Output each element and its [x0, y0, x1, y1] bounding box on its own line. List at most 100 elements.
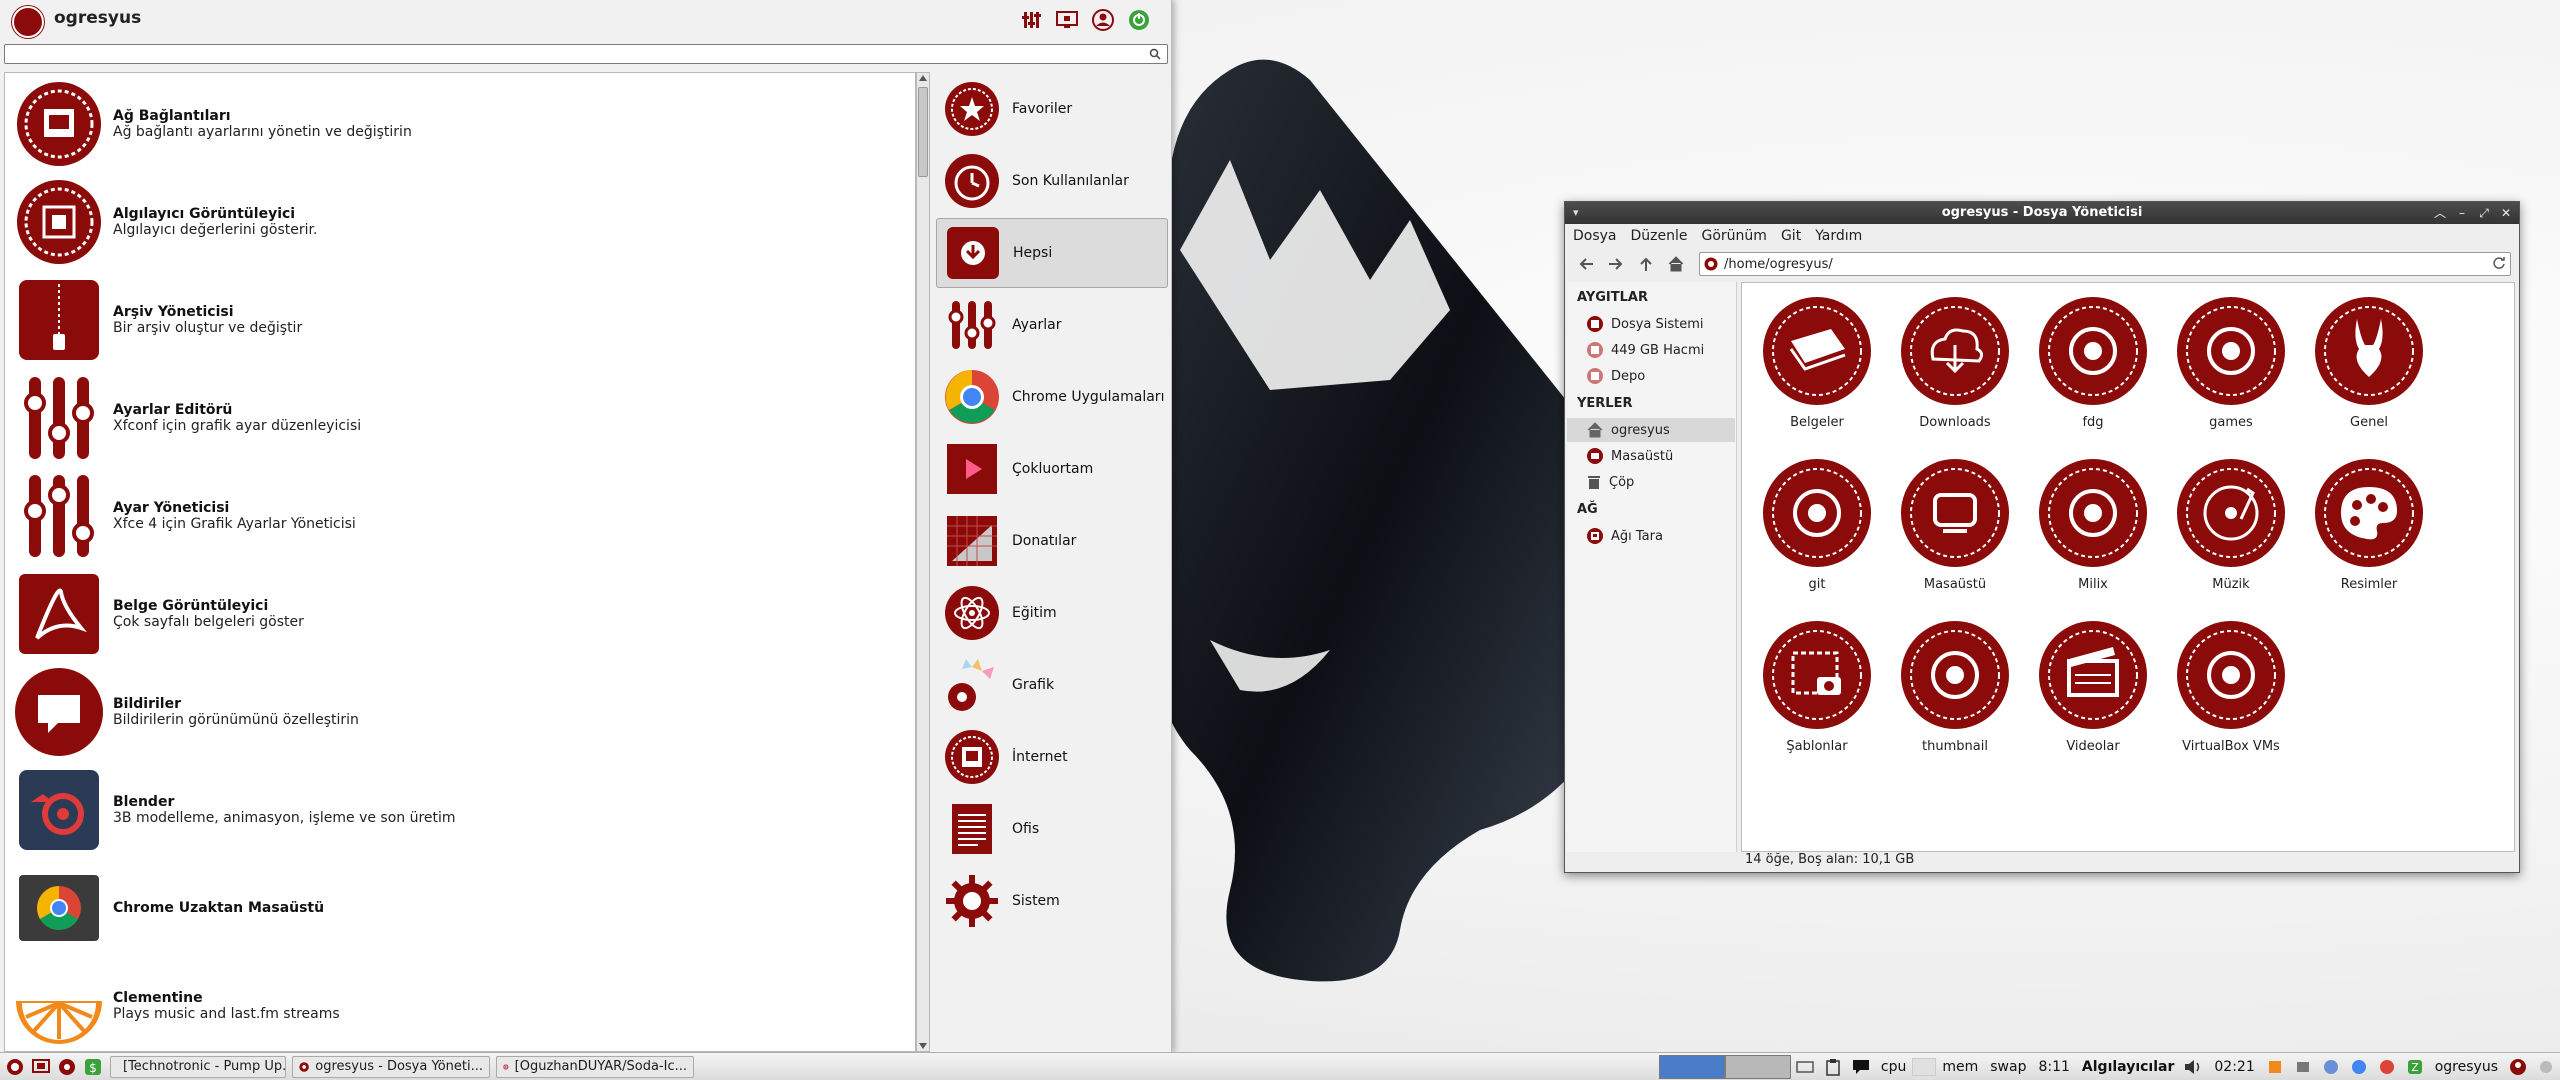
shade-icon[interactable]: ︿	[2433, 204, 2447, 222]
close-icon[interactable]: ✕	[2499, 204, 2513, 222]
app-item-network-connections[interactable]: Ağ Bağlantıları Ağ bağlantı ayarlarını yö…	[5, 75, 915, 173]
logout-icon[interactable]	[1126, 7, 1152, 33]
folder-item[interactable]: Şablonlar	[1748, 609, 1886, 759]
sidebar-item-desktop[interactable]: Masaüstü	[1567, 444, 1735, 468]
menu-go[interactable]: Git	[1781, 228, 1801, 244]
folder-item[interactable]: VirtualBox VMs	[2162, 609, 2300, 759]
category-education[interactable]: Eğitim	[936, 578, 1168, 648]
menu-view[interactable]: Görünüm	[1702, 228, 1767, 244]
drive-icon	[1587, 342, 1603, 358]
sidebar-item-depo[interactable]: Depo	[1567, 364, 1735, 388]
app-item-chrome-remote-desktop[interactable]: Chrome Uzaktan Masaüstü	[5, 859, 915, 957]
tray-app-2-icon[interactable]	[2293, 1057, 2313, 1077]
sidebar-item-trash[interactable]: Çöp	[1567, 470, 1735, 494]
category-system[interactable]: Sistem	[936, 866, 1168, 936]
tray-app-1-icon[interactable]	[2265, 1057, 2285, 1077]
folder-item[interactable]: Müzik	[2162, 447, 2300, 597]
folder-item[interactable]: Belgeler	[1748, 285, 1886, 435]
keyboard-icon[interactable]	[1795, 1057, 1815, 1077]
tray-app-3-icon[interactable]	[2321, 1057, 2341, 1077]
window-titlebar[interactable]: ▾ ogresyus - Dosya Yöneticisi ︿ – ⤢ ✕	[1565, 202, 2519, 224]
chat-icon[interactable]	[1851, 1057, 1871, 1077]
folder-item[interactable]: Downloads	[1886, 285, 2024, 435]
maximize-icon[interactable]: ⤢	[2477, 204, 2491, 222]
menu-edit[interactable]: Düzenle	[1631, 228, 1688, 244]
app-list: Ağ Bağlantıları Ağ bağlantı ayarlarını yö…	[4, 72, 916, 1052]
scrollbar-thumb[interactable]	[918, 87, 928, 177]
tray-app-4-icon[interactable]	[2349, 1057, 2369, 1077]
folder-item[interactable]: Masaüstü	[1886, 447, 2024, 597]
clipboard-icon[interactable]	[1823, 1057, 1843, 1077]
app-item-sensor-viewer[interactable]: Algılayıcı Görüntüleyici Algılayıcı değer…	[5, 173, 915, 271]
folder-item[interactable]: git	[1748, 447, 1886, 597]
tray-app-6-icon[interactable]: Z	[2405, 1057, 2425, 1077]
minimize-icon[interactable]: –	[2455, 204, 2469, 222]
category-chrome-apps[interactable]: Chrome Uygulamaları	[936, 362, 1168, 432]
sidebar-item-home[interactable]: ogresyus	[1567, 418, 1735, 442]
category-favorites[interactable]: Favoriler	[936, 74, 1168, 144]
category-graphics[interactable]: Grafik	[936, 650, 1168, 720]
scroll-up-arrow-icon[interactable]	[919, 75, 927, 81]
forward-arrow-icon[interactable]	[1601, 251, 1631, 277]
app-item-settings-editor[interactable]: Ayarlar Editörü Xfconf için grafik ayar d…	[5, 369, 915, 467]
menu-help[interactable]: Yardım	[1815, 228, 1862, 244]
system-tray: cpu mem swap 8:11 Algılayıcılar 02:21 Z …	[1658, 1053, 2560, 1080]
app-item-clementine[interactable]: Clementine Plays music and last.fm stream…	[5, 957, 915, 1051]
show-desktop-icon[interactable]	[30, 1056, 52, 1078]
folder-item[interactable]: thumbnail	[1886, 609, 2024, 759]
sidebar-item-filesystem[interactable]: Dosya Sistemi	[1567, 312, 1735, 336]
taskbar-task-browser[interactable]: [OguzhanDUYAR/Soda-Ic...	[496, 1055, 694, 1078]
folder-item[interactable]: Genel	[2300, 285, 2438, 435]
tray-extra-icon[interactable]	[2536, 1057, 2556, 1077]
category-office[interactable]: Ofis	[936, 794, 1168, 864]
category-accessories[interactable]: Donatılar	[936, 506, 1168, 576]
tray-app-5-icon[interactable]	[2377, 1057, 2397, 1077]
workspace-1[interactable]	[1658, 1055, 1725, 1079]
back-arrow-icon[interactable]	[1571, 251, 1601, 277]
scroll-down-arrow-icon[interactable]	[919, 1043, 927, 1049]
multimedia-icon	[944, 441, 1000, 497]
settings-icon[interactable]	[1018, 7, 1044, 33]
switch-user-icon[interactable]	[1090, 7, 1116, 33]
category-multimedia[interactable]: Çokluortam	[936, 434, 1168, 504]
folder-item[interactable]: Videolar	[2024, 609, 2162, 759]
search-input[interactable]	[5, 45, 1167, 63]
network-icon	[11, 76, 107, 172]
app-list-scrollbar[interactable]	[916, 72, 930, 1052]
category-settings[interactable]: Ayarlar	[936, 290, 1168, 360]
sidebar-item-browse-network[interactable]: Ağı Tara	[1567, 524, 1735, 548]
workspace-2[interactable]	[1724, 1055, 1791, 1079]
launcher-red-icon[interactable]	[56, 1056, 78, 1078]
volume-icon[interactable]	[2184, 1057, 2204, 1077]
home-icon[interactable]	[1661, 251, 1691, 277]
category-internet[interactable]: İnternet	[936, 722, 1168, 792]
category-all[interactable]: Hepsi	[936, 218, 1168, 288]
folder-label: Şablonlar	[1786, 739, 1848, 754]
app-name: Ayarlar Editörü	[113, 402, 233, 418]
sidebar-item-volume[interactable]: 449 GB Hacmi	[1567, 338, 1735, 362]
app-item-archive-manager[interactable]: Arşiv Yöneticisi Bir arşiv oluştur ve değ…	[5, 271, 915, 369]
app-item-notifications[interactable]: Bildiriler Bildirilerin görünümünü özelle…	[5, 663, 915, 761]
app-item-blender[interactable]: Blender 3B modelleme, animasyon, işleme v…	[5, 761, 915, 859]
category-recent[interactable]: Son Kullanılanlar	[936, 146, 1168, 216]
folder-item[interactable]: games	[2162, 285, 2300, 435]
app-item-settings-manager[interactable]: Ayar Yöneticisi Xfce 4 için Grafik Ayarla…	[5, 467, 915, 565]
lock-screen-icon[interactable]	[1054, 7, 1080, 33]
search-box[interactable]	[4, 44, 1168, 64]
app-description: Plays music and last.fm streams	[113, 1006, 340, 1022]
reload-icon[interactable]	[2492, 256, 2506, 270]
clock-label[interactable]: 02:21	[2214, 1059, 2254, 1075]
folder-item[interactable]: Milix	[2024, 447, 2162, 597]
up-arrow-icon[interactable]	[1631, 251, 1661, 277]
menu-file[interactable]: Dosya	[1573, 228, 1617, 244]
app-item-document-viewer[interactable]: Belge Görüntüleyici Çok sayfalı belgeleri…	[5, 565, 915, 663]
taskbar-task-music[interactable]: [Technotronic - Pump Up...	[110, 1055, 286, 1078]
folder-item[interactable]: fdg	[2024, 285, 2162, 435]
user-avatar-icon[interactable]	[2508, 1057, 2528, 1077]
sensors-label[interactable]: Algılayıcılar	[2082, 1059, 2174, 1075]
folder-item[interactable]: Resimler	[2300, 447, 2438, 597]
location-bar[interactable]: /home/ogresyus/	[1699, 252, 2511, 276]
applications-menu-icon[interactable]	[4, 1056, 26, 1078]
taskbar-task-file-manager[interactable]: ogresyus - Dosya Yöneti...	[292, 1055, 490, 1078]
launcher-green-icon[interactable]: $	[82, 1056, 104, 1078]
